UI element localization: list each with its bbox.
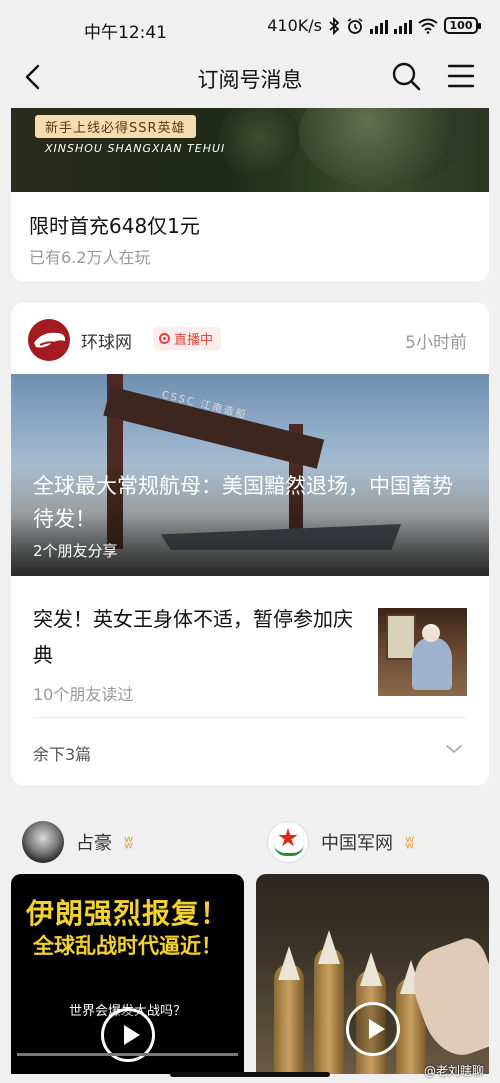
author-chinamil[interactable]: 中国军网 ʬ: [267, 820, 414, 864]
source-logo[interactable]: [28, 319, 70, 361]
globe-bird-icon: [34, 332, 66, 348]
avatar: [22, 821, 64, 863]
banner-tag: 新手上线必得SSR英雄: [35, 115, 196, 138]
game-banner-image: 新手上线必得SSR英雄 XINSHOU SHANGXIAN TEHUI: [11, 108, 489, 192]
status-time: 中午12:41: [84, 23, 167, 43]
bluetooth-icon: [329, 16, 340, 35]
source-name[interactable]: 环球网: [81, 328, 132, 353]
live-label: 直播中: [174, 333, 214, 348]
post-time: 5小时前: [405, 333, 467, 353]
verified-badge-icon: ʬ: [405, 831, 415, 853]
more-articles-link[interactable]: 余下3篇: [33, 741, 91, 765]
signal-icon-2: [394, 18, 412, 34]
ad-meta: 已有6.2万人在玩: [29, 248, 151, 267]
article-2-thumbnail[interactable]: [378, 608, 467, 696]
menu-icon[interactable]: [446, 62, 476, 90]
live-icon: [159, 333, 170, 344]
author-name: 占豪: [76, 833, 112, 854]
search-icon[interactable]: [390, 60, 422, 92]
wifi-icon: [418, 18, 438, 34]
chevron-down-icon[interactable]: [445, 743, 463, 755]
page-title: 订阅号消息: [197, 68, 303, 92]
net-speed: 410K/s: [267, 16, 322, 35]
home-indicator[interactable]: [170, 1072, 330, 1077]
video-title-line1: 伊朗强烈报复！: [25, 897, 229, 930]
video-card-2[interactable]: [256, 874, 489, 1074]
divider: [33, 717, 467, 718]
live-badge[interactable]: 直播中: [153, 327, 222, 350]
status-icons: 410K/s 100: [267, 16, 481, 35]
news-card: 环球网 直播中 5小时前 CSSC 江南造船 全球最大常规航母：美国黯然退场，中…: [11, 303, 489, 785]
alarm-icon: [347, 17, 363, 34]
banner-subtitle: XINSHOU SHANGXIAN TEHUI: [45, 142, 226, 155]
verified-badge-icon: ʬ: [124, 831, 134, 853]
author-name: 中国军网: [321, 833, 393, 854]
signal-icon-1: [370, 18, 388, 34]
author-zhanhao[interactable]: 占豪 ʬ: [22, 820, 133, 864]
nav-bar: 订阅号消息: [0, 54, 500, 102]
hero-shares: 2个朋友分享: [33, 542, 118, 560]
hero-title: 全球最大常规航母：美国黯然退场，中国蓄势待发！: [33, 474, 453, 531]
avatar: [267, 821, 309, 863]
video-progress-bar: [17, 1053, 238, 1056]
watermark: @老刘瞎聊: [423, 1064, 484, 1078]
ad-headline: 限时首充648仅1元: [29, 214, 200, 238]
video-title-line2: 全球乱战时代逼近！: [33, 934, 222, 958]
video-card-1[interactable]: 伊朗强烈报复！ 全球乱战时代逼近！ 世界会爆发大战吗？: [11, 874, 244, 1074]
game-ad-card[interactable]: 新手上线必得SSR英雄 XINSHOU SHANGXIAN TEHUI 限时首充…: [11, 108, 489, 281]
play-icon[interactable]: [346, 1002, 400, 1056]
status-bar: 中午12:41 410K/s 100: [0, 0, 500, 54]
hero-article[interactable]: CSSC 江南造船 全球最大常规航母：美国黯然退场，中国蓄势待发！ 2个朋友分享: [11, 374, 489, 576]
battery-icon: 100: [444, 17, 481, 34]
article-2-title[interactable]: 突发！英女王身体不适，暂停参加庆典: [33, 601, 363, 673]
article-2-meta: 10个朋友读过: [33, 685, 134, 704]
